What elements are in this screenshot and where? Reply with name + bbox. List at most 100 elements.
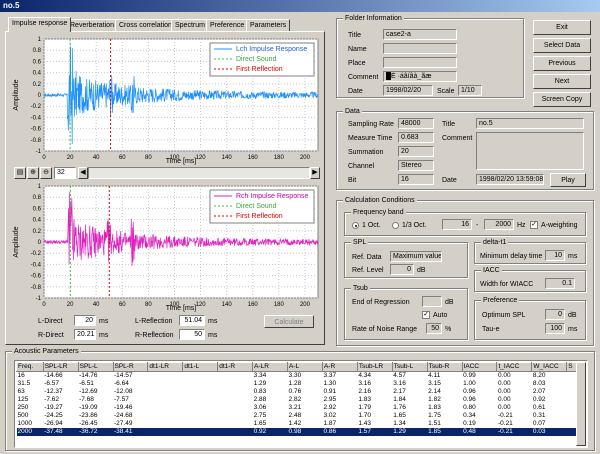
scroll-left-icon[interactable]: ◀	[78, 167, 88, 179]
rch-ylabel: Amplitude	[13, 226, 20, 257]
table-row[interactable]: 2000 -37.48 -36.72 -38.41 0.92 0.98 0.86 1.57 1.…	[16, 428, 586, 436]
table-row[interactable]: 31.5 -6.57 -6.51 -6.64 1.29 1.28 1.30 3.16 3.16 3…	[17, 380, 586, 388]
freq-from-field[interactable]: 16	[442, 219, 472, 230]
rch-legend: Rch Impulse Response Direct Sound First …	[209, 189, 315, 224]
oct1-label: 1 Oct.	[362, 222, 381, 229]
zoom-out-icon[interactable]: ⊖	[40, 167, 52, 179]
table-row[interactable]: 16 -14.66 -14.76 -14.57 3.34 3.30 3.37 4.34 4.57…	[17, 372, 586, 381]
a-weighting-checkbox[interactable]: ✓	[530, 221, 538, 229]
a-weighting-label: A-weighting	[541, 222, 578, 229]
oct3-radio[interactable]	[392, 222, 399, 229]
column-header[interactable]: dt1-L	[182, 362, 219, 372]
column-header[interactable]: t_IACC	[496, 362, 533, 372]
table-cell: -24.68	[114, 412, 133, 419]
l-direct-field[interactable]: 20	[74, 315, 96, 326]
scroll-right-icon[interactable]: ▶	[310, 167, 320, 179]
table-cell: -37.48	[43, 428, 79, 436]
table-cell: 0.00	[497, 388, 511, 395]
column-header[interactable]: SPL-L	[77, 362, 114, 372]
auto-checkbox[interactable]: ✓	[422, 311, 430, 319]
table-cell: 1.43	[358, 420, 372, 427]
table-cell: 1000	[17, 420, 32, 427]
column-header[interactable]: W_IACC	[531, 362, 568, 372]
lch-ylabel: Amplitude	[13, 79, 20, 110]
table-cell	[183, 380, 218, 388]
horizontal-scrollbar[interactable]	[88, 167, 310, 179]
end-regression-unit: dB	[445, 299, 454, 306]
screen-copy-button[interactable]: Screen Copy	[533, 92, 591, 107]
table-row[interactable]: 125 -7.62 -7.68 -7.57 2.88 2.82 2.95 1.83 1.84 1.…	[17, 396, 586, 404]
table-row[interactable]: 250 -19.27 -19.09 -19.46 3.06 3.21 2.92 1.79 1.7…	[17, 404, 586, 412]
end-regression-field[interactable]	[422, 296, 442, 307]
play-button[interactable]: Play	[550, 173, 586, 187]
exit-button[interactable]: Exit	[533, 20, 591, 35]
r-direct-field[interactable]: 20.21	[74, 329, 96, 340]
lch-legend-reflection: First Reflection	[236, 66, 283, 73]
column-header[interactable]: Tsub-LR	[356, 362, 393, 372]
y-tick-label: -0.6	[31, 274, 42, 280]
calculate-button[interactable]: Calculate	[264, 315, 314, 328]
rch-legend-reflection: First Reflection	[236, 213, 283, 220]
column-header[interactable]: dt1-LR	[147, 362, 184, 372]
previous-button[interactable]: Previous	[533, 56, 591, 71]
table-cell: -36.72	[78, 428, 114, 436]
x-tick-label: 20	[67, 302, 74, 308]
noise-range-field[interactable]: 50	[426, 323, 442, 334]
folder-comment-label: Comment	[348, 74, 379, 81]
data-title-label: Title	[442, 121, 455, 128]
lch-impulse-plot: 10.80.60.40.20-0.2-0.4-0.6-0.8-1 0 20 40 60…	[10, 35, 322, 167]
optimum-spl-field[interactable]: 0	[545, 309, 565, 320]
table-cell	[217, 428, 253, 436]
column-header[interactable]: Tsub-R	[426, 362, 463, 372]
table-cell: 16	[17, 372, 25, 379]
r-direct-unit: ms	[99, 332, 109, 339]
next-button[interactable]: Next	[533, 74, 591, 89]
column-header[interactable]: Freq.	[16, 362, 44, 372]
table-cell: -27.49	[114, 420, 133, 427]
min-delay-field[interactable]: 10	[545, 250, 565, 261]
table-cell	[148, 412, 183, 420]
select-data-button[interactable]: Select Data	[533, 38, 591, 53]
column-header[interactable]: A-R	[321, 362, 358, 372]
table-cell: 2000	[16, 428, 44, 436]
column-header[interactable]: Tsub-L	[391, 362, 428, 372]
table-vertical-scrollbar[interactable]	[576, 362, 586, 446]
column-header[interactable]: SPL-R	[112, 362, 149, 372]
table-row[interactable]: 500 -24.25 -23.86 -24.68 2.75 2.48 3.02 1.70 1.6…	[17, 412, 586, 420]
tab-impulse-response[interactable]: Impulse response	[8, 17, 72, 32]
column-header[interactable]: A-L	[287, 362, 323, 372]
ref-data-field[interactable]: Maximum value	[390, 251, 442, 262]
table-row[interactable]: 63 -12.37 -12.69 -12.08 0.83 0.76 0.91 2.16 2.17…	[17, 388, 586, 396]
folder-title-field: case2-a	[383, 29, 457, 40]
x-tick-label: 140	[222, 302, 233, 308]
end-regression-label: End of Regression	[352, 299, 410, 306]
zoom-value[interactable]: 32	[54, 167, 76, 179]
l-reflection-field[interactable]: 51.04	[179, 315, 205, 326]
ref-level-field[interactable]: 0	[390, 264, 414, 275]
data-date-label: Date	[442, 177, 457, 184]
column-header[interactable]: SPL-LR	[42, 362, 79, 372]
wiacc-field[interactable]: 0.1	[545, 278, 575, 289]
column-header[interactable]: dt1-R	[217, 362, 254, 372]
print-icon[interactable]: ▤	[14, 167, 26, 179]
data-date-field: 1998/02/20 13:59:08	[476, 174, 544, 185]
r-reflection-field[interactable]: 50	[179, 329, 205, 340]
table-row[interactable]: 1000 -26.94 -26.45 -27.49 1.65 1.42 1.87 1.43 1.…	[17, 420, 586, 428]
table-cell: -7.62	[44, 396, 60, 403]
table-cell: -7.57	[114, 396, 129, 403]
sampling-rate-field: 48000	[398, 118, 434, 129]
zoom-in-icon[interactable]: ⊕	[27, 167, 39, 179]
lch-legend-direct: Direct Sound	[236, 56, 277, 63]
ref-level-unit: dB	[417, 267, 426, 274]
data-comment-field	[476, 132, 584, 170]
tau-e-field[interactable]: 100	[545, 323, 565, 334]
table-cell: 1.65	[393, 412, 406, 419]
oct1-radio[interactable]	[352, 222, 359, 229]
ref-data-label: Ref. Data	[352, 254, 382, 261]
table-cell: -0.21	[497, 412, 513, 419]
x-tick-label: 60	[119, 302, 126, 308]
column-header[interactable]: IACC	[461, 362, 498, 372]
freq-to-field[interactable]: 2000	[484, 219, 514, 230]
column-header[interactable]: A-LR	[252, 362, 289, 372]
table-cell: 0.92	[532, 396, 546, 403]
